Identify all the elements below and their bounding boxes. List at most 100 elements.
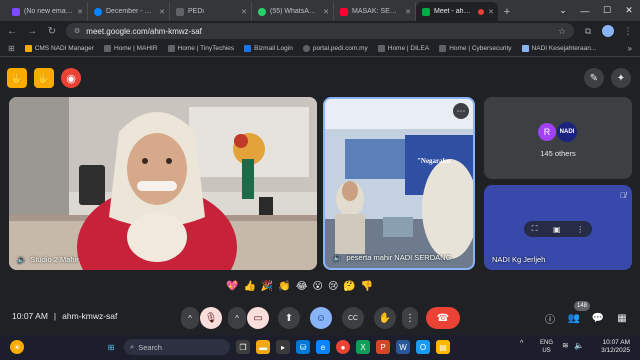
apps-grid-icon[interactable]: ⊞ [8,44,15,53]
tab-onedrive[interactable]: December - OneD✕ [88,2,170,21]
browser-tab-bar: (No new emails)✕ December - OneD✕ PEDi✕ … [0,0,640,21]
present-button[interactable]: ⬆ [278,307,300,329]
meet-icon [422,7,430,16]
mic-off-icon: 🎙 [204,312,218,324]
terminal-icon[interactable]: ▸ [276,340,290,354]
more-options-button[interactable]: ⋮ [402,307,418,329]
taskbar-clock[interactable]: 10:07 AM 3/12/2025 [588,339,630,355]
captions-icon: CC [347,314,359,322]
chat-icon: 💬 [591,312,605,324]
close-icon[interactable]: ✕ [159,8,165,16]
system-tray-chevron-icon[interactable]: ^ [520,340,523,347]
pin-icon[interactable]: ▣ [553,225,561,234]
weather-widget-icon[interactable]: ☀ [10,340,24,354]
back-icon[interactable]: ← [6,26,18,37]
tab-meet[interactable]: Meet - ahm-k ✕ [416,2,498,21]
bookmark-pedi-portal[interactable]: portal.pedi.com.my [302,45,368,52]
bookmark-cms-nadi[interactable]: CMS NADI Manager [24,45,94,52]
meeting-details-button[interactable]: ⓘ [541,307,559,329]
bookmark-nadi-kesejahteraan[interactable]: NADI Kesejahteraan... [521,45,596,52]
minimize-icon[interactable]: — [574,0,596,21]
frame-icon[interactable]: ⛶ [532,224,538,234]
more-bookmarks-icon[interactable]: » [628,44,632,53]
camera-toggle-button[interactable]: ▭ [247,307,269,329]
forward-icon[interactable]: → [26,26,38,37]
close-icon[interactable]: ✕ [323,8,329,16]
tab-search-icon[interactable]: ⌄ [552,0,574,21]
bookmark-favicon-icon [24,45,32,52]
bookmark-tinytechies[interactable]: Home | TinyTechies [167,45,234,52]
window-close-icon[interactable]: ✕ [618,0,640,21]
tab-pedi[interactable]: PEDi ✕ [170,2,252,21]
pen-icon[interactable]: ✎ [584,68,604,88]
menu-kebab-icon[interactable]: ⋮ [622,26,634,37]
emoji-button[interactable]: ☺ [310,307,332,329]
recording-icon[interactable]: ◉ [61,68,81,88]
mic-toggle-button[interactable]: 🎙 [200,307,222,329]
reaction-thumbs-down[interactable]: 👎 [361,281,373,292]
close-icon[interactable]: ✕ [77,8,83,16]
close-icon[interactable]: ✕ [241,8,247,16]
maximize-icon[interactable]: ☐ [596,0,618,21]
excel-icon[interactable]: X [356,340,370,354]
sticky-notes-icon[interactable]: ▤ [436,340,450,354]
chat-button[interactable]: 💬 [589,307,607,329]
volume-icon[interactable]: 🔈 [574,341,584,350]
close-icon[interactable]: ✕ [488,8,494,16]
reaction-clap[interactable]: 👏 [278,281,290,292]
powerpoint-icon[interactable]: P [376,340,390,354]
reaction-laugh[interactable]: 😂 [296,281,308,292]
leave-call-button[interactable]: ☎ [426,307,460,329]
reaction-surprised[interactable]: 😮 [313,281,323,292]
taskbar-search[interactable]: ⌕ Search [124,339,230,355]
activities-button[interactable]: ▦ [613,307,631,329]
second-video-tile[interactable]: "Negaraku ⋯ 🔉 peserta mahir NADI SERDANG [323,97,475,270]
new-tab-button[interactable]: + [498,2,516,21]
reaction-thumbs-up[interactable]: 👍 [243,281,255,292]
site-info-icon[interactable]: ⚙ [74,27,80,35]
edge-icon[interactable]: e [316,340,330,354]
wifi-icon[interactable]: ≋ [562,341,569,350]
word-icon[interactable]: W [396,340,410,354]
effects-off-icon[interactable]: ✦ [611,68,631,88]
tab-whatsapp[interactable]: (55) WhatsApp Bu✕ [252,2,334,21]
small-video-tile[interactable]: 🎙̸ ⛶ ▣ ⋮ NADI Kg Jerljeh [484,185,632,270]
main-video-tile[interactable]: 🔉 Studio 2 Mahir [9,97,317,270]
file-explorer-icon[interactable]: ▬ [256,340,270,354]
profile-avatar[interactable] [602,25,614,37]
host-controls-icon[interactable]: ✋ [7,68,27,88]
hand-raised-icon[interactable]: ✋ [34,68,54,88]
tab-mail[interactable]: (No new emails) ✕ [6,2,88,21]
bookmark-bizmail[interactable]: Bizmail Login [244,45,293,52]
reload-icon[interactable]: ↻ [46,26,58,37]
video-options-chevron-icon[interactable]: ^ [228,307,246,329]
raise-hand-button[interactable]: ✋ [374,307,396,329]
outlook-icon[interactable]: O [416,340,430,354]
reaction-sad[interactable]: 😢 [328,281,338,292]
bookmark-mahir[interactable]: Home | MAHIR [103,45,158,52]
people-icon: 👥 [567,312,581,324]
omnibox[interactable]: ⚙ meet.google.com/ahm-kmwz-saf ☆ [66,23,574,39]
emoji-icon: ☺ [315,312,327,324]
task-view-icon[interactable]: ❐ [236,340,250,354]
tile-more-options-icon[interactable]: ⋯ [453,103,469,119]
tab-youtube[interactable]: MASAK: SESI 3 (Ti✕ [334,2,416,21]
others-tile[interactable]: R NADI 145 others [484,97,632,179]
language-indicator[interactable]: ENG US [540,339,553,355]
reaction-heart[interactable]: 💖 [226,281,238,292]
bookmark-dilea[interactable]: Home | DILEA [377,45,429,52]
extensions-icon[interactable]: ⧉ [582,26,594,37]
tile-menu-icon[interactable]: ⋮ [576,225,584,234]
start-windows-icon[interactable]: ⊞ [104,340,118,354]
camera-off-icon: ▭ [253,312,263,324]
reaction-thinking[interactable]: 🤔 [343,281,355,292]
end-call-icon: ☎ [436,312,450,324]
bookmark-cybersecurity[interactable]: Home | Cybersecurity [439,45,512,52]
chrome-icon[interactable]: ● [336,340,350,354]
close-icon[interactable]: ✕ [405,8,411,16]
store-icon[interactable]: ⛁ [296,340,310,354]
reaction-party[interactable]: 🎉 [261,281,273,292]
bookmark-star-icon[interactable]: ☆ [558,26,566,37]
audio-options-chevron-icon[interactable]: ^ [181,307,199,329]
captions-button[interactable]: CC [342,307,364,329]
